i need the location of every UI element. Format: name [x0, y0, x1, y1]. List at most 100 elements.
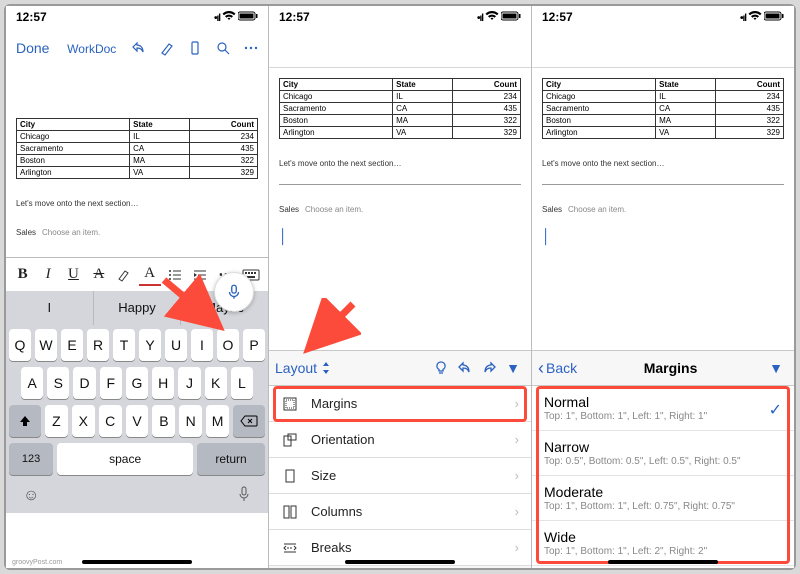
key-u[interactable]: U [165, 329, 187, 361]
key-v[interactable]: V [126, 405, 149, 437]
redo-icon[interactable] [477, 356, 501, 380]
key-x[interactable]: X [72, 405, 95, 437]
key-z[interactable]: Z [45, 405, 68, 437]
ribbon-tab-layout[interactable]: Layout [275, 360, 331, 376]
key-j[interactable]: J [178, 367, 200, 399]
th-state: State [130, 119, 190, 131]
margin-option-mirrored[interactable]: MirroredTop: 1", Bottom: 1", Left: 1.25"… [532, 566, 794, 568]
status-bar: 12:57 [532, 6, 794, 28]
chevron-right-icon: › [515, 468, 519, 483]
keyboard: QWERTYUIOP ASDFGHJKL ZXCVBNM 123 space r… [6, 325, 268, 513]
mobile-view-icon[interactable] [186, 39, 204, 57]
panel-title: Margins [577, 360, 764, 376]
undo-icon[interactable] [453, 356, 477, 380]
bullets-button[interactable] [164, 264, 186, 286]
key-123[interactable]: 123 [9, 443, 53, 475]
tell-me-icon[interactable] [429, 356, 453, 380]
key-t[interactable]: T [113, 329, 135, 361]
underline-button[interactable]: U [62, 264, 84, 286]
key-b[interactable]: B [152, 405, 175, 437]
key-y[interactable]: Y [139, 329, 161, 361]
strikethrough-button[interactable]: A [88, 264, 110, 286]
more-icon[interactable] [242, 39, 260, 57]
home-indicator[interactable] [345, 560, 455, 564]
text-cursor: │ [542, 228, 784, 244]
key-l[interactable]: L [231, 367, 253, 399]
cellular-icon [477, 10, 483, 24]
sales-line: SalesChoose an item. [542, 205, 784, 214]
key-f[interactable]: F [100, 367, 122, 399]
italic-button[interactable]: I [37, 264, 59, 286]
arrow-annotation [301, 298, 361, 354]
key-g[interactable]: G [126, 367, 148, 399]
table-row: ChicagoIL234 [17, 131, 258, 143]
search-icon[interactable] [214, 39, 232, 57]
key-e[interactable]: E [61, 329, 83, 361]
text-cursor: │ [279, 228, 521, 244]
ribbon-header: ‹Back Margins ▼ [532, 350, 794, 386]
collapse-ribbon-icon[interactable]: ▼ [501, 356, 525, 380]
doc-title: WorkDoc [67, 42, 116, 56]
draw-icon[interactable] [158, 39, 176, 57]
key-w[interactable]: W [35, 329, 57, 361]
key-a[interactable]: A [21, 367, 43, 399]
status-icons [477, 10, 521, 24]
cellular-icon [214, 10, 220, 24]
key-r[interactable]: R [87, 329, 109, 361]
bold-button[interactable]: B [12, 264, 34, 286]
key-k[interactable]: K [205, 367, 227, 399]
document-area[interactable]: CityStateCount ChicagoIL234 SacramentoCA… [6, 68, 268, 257]
home-indicator[interactable] [82, 560, 192, 564]
city-table: CityStateCount ChicagoIL234 SacramentoCA… [279, 78, 521, 139]
chevron-right-icon: › [515, 540, 519, 555]
font-color-button[interactable]: A [139, 264, 161, 286]
menu-item-orientation[interactable]: Orientation› [269, 422, 531, 458]
key-backspace[interactable] [233, 405, 265, 437]
chevron-right-icon: › [515, 432, 519, 447]
battery-icon [238, 10, 258, 24]
next-section-text: Let's move onto the next section… [279, 159, 521, 168]
key-q[interactable]: Q [9, 329, 31, 361]
key-p[interactable]: P [243, 329, 265, 361]
dictation-fab[interactable] [214, 272, 254, 312]
back-button[interactable]: ‹Back [538, 358, 577, 379]
home-indicator[interactable] [608, 560, 718, 564]
indent-button[interactable] [189, 264, 211, 286]
toolbar: Done WorkDoc [6, 28, 268, 68]
key-h[interactable]: H [152, 367, 174, 399]
key-i[interactable]: I [191, 329, 213, 361]
key-s[interactable]: S [47, 367, 69, 399]
th-city: City [17, 119, 130, 131]
columns-icon [281, 503, 299, 521]
key-d[interactable]: D [73, 367, 95, 399]
suggestion-2[interactable]: Happy [94, 291, 182, 325]
credit-text: groovyPost.com [12, 559, 62, 566]
screenshot-pane-2: 12:57 CityStateCount ChicagoIL234 Sacram… [269, 6, 532, 568]
done-button[interactable]: Done [12, 40, 53, 56]
emoji-button[interactable]: ☺ [23, 487, 39, 505]
key-m[interactable]: M [206, 405, 229, 437]
dictate-button[interactable] [237, 485, 251, 508]
status-bar: 12:57 [6, 6, 268, 28]
menu-item-size[interactable]: Size› [269, 458, 531, 494]
key-space[interactable]: space [57, 443, 193, 475]
status-time: 12:57 [542, 10, 573, 24]
key-shift[interactable] [9, 405, 41, 437]
table-row: ArlingtonVA329 [17, 167, 258, 179]
highlight-annotation [536, 386, 790, 564]
key-c[interactable]: C [99, 405, 122, 437]
key-o[interactable]: O [217, 329, 239, 361]
sales-line: SalesChoose an item. [279, 205, 521, 214]
menu-item-columns[interactable]: Columns› [269, 494, 531, 530]
collapse-ribbon-icon[interactable]: ▼ [764, 356, 788, 380]
document-area[interactable]: CityStateCount ChicagoIL234 SacramentoCA… [269, 68, 531, 248]
suggestion-1[interactable]: I [6, 291, 94, 325]
th-count: Count [190, 119, 258, 131]
undo-icon[interactable] [130, 39, 148, 57]
key-return[interactable]: return [197, 443, 265, 475]
highlight-button[interactable] [113, 264, 135, 286]
status-icons [740, 10, 784, 24]
document-area[interactable]: CityStateCount ChicagoIL234 SacramentoCA… [532, 68, 794, 248]
key-n[interactable]: N [179, 405, 202, 437]
wifi-icon [748, 10, 762, 24]
